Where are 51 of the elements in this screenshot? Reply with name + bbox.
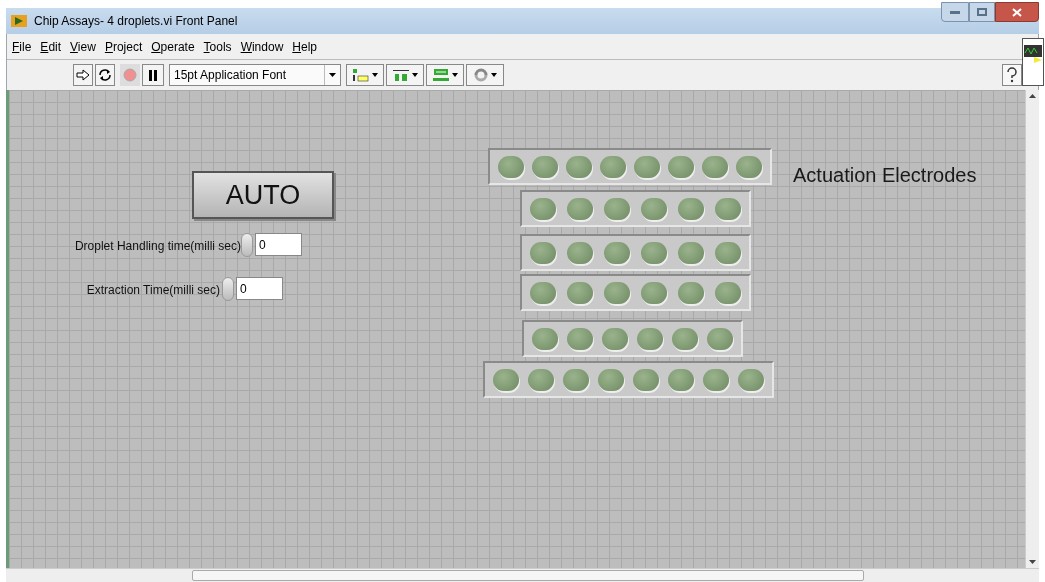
align-button[interactable] — [346, 64, 384, 86]
menu-item[interactable]: Window — [240, 37, 284, 56]
control-label: Droplet Handling time(milli sec) — [73, 238, 241, 255]
app-icon — [10, 14, 28, 28]
horizontal-scrollbar[interactable] — [6, 568, 1039, 582]
menu-item[interactable]: Project — [104, 37, 143, 56]
control-label: Extraction Time(milli sec) — [85, 282, 220, 299]
numeric-field[interactable]: 0 — [236, 277, 283, 300]
align-objects-icon — [352, 68, 370, 82]
auto-button[interactable]: AUTO — [192, 171, 334, 219]
scroll-down-icon — [1029, 560, 1036, 564]
menu-item[interactable]: View — [70, 37, 96, 56]
minimize-icon — [950, 10, 960, 14]
caret-icon — [491, 73, 497, 77]
vertical-scrollbar[interactable] — [1025, 90, 1039, 568]
menu-item[interactable]: Help — [292, 37, 317, 56]
caret-icon — [452, 73, 458, 77]
caret-icon — [329, 73, 336, 77]
reorder-icon — [473, 68, 489, 82]
font-selector: 15pt Application Font — [173, 67, 288, 84]
run-button[interactable] — [73, 64, 93, 86]
maximize-button[interactable] — [969, 2, 995, 22]
reorder-button[interactable] — [466, 64, 504, 86]
numeric-field[interactable]: 0 — [255, 233, 302, 256]
distribute-objects-icon — [392, 68, 410, 82]
run-arrow-icon — [76, 69, 90, 81]
help-icon — [1007, 67, 1017, 83]
pause-icon — [148, 69, 158, 81]
font-dropdown[interactable]: 15pt Application Font — [169, 64, 341, 86]
scroll-up-icon — [1029, 94, 1036, 98]
distribute-button[interactable] — [386, 64, 424, 86]
close-button[interactable] — [995, 2, 1039, 22]
cycle-arrows-icon — [98, 68, 112, 82]
run-continuously-button[interactable] — [95, 64, 115, 86]
menu-item[interactable]: File — [12, 37, 32, 56]
oscilloscope-icon — [1024, 45, 1042, 63]
window-title: Chip Assays- 4 droplets.vi Front Panel — [34, 13, 238, 30]
minimize-button[interactable] — [941, 2, 969, 22]
electrodes-label: Actuation Electrodes — [793, 163, 977, 188]
resize-objects-icon — [432, 68, 450, 82]
pause-button[interactable] — [142, 64, 164, 86]
menu-item[interactable]: Operate — [151, 37, 195, 56]
maximize-icon — [977, 8, 987, 16]
help-button[interactable] — [1002, 64, 1022, 86]
stop-icon — [123, 68, 137, 82]
close-icon — [1012, 7, 1022, 17]
caret-icon — [412, 73, 418, 77]
menu-item[interactable]: Edit — [40, 37, 62, 56]
caret-icon — [372, 73, 378, 77]
scroll-thumb[interactable] — [192, 570, 864, 581]
menu-item[interactable]: Tools — [203, 37, 232, 56]
